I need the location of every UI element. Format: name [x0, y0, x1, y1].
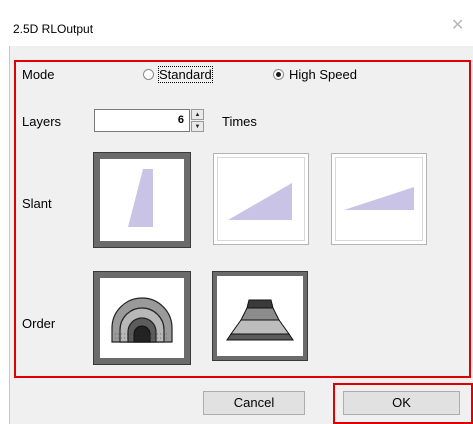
spin-up-icon[interactable]: ▲ [191, 109, 204, 120]
order-label: Order [22, 316, 56, 331]
slant-option-shallow[interactable] [331, 153, 427, 245]
spin-down-icon[interactable]: ▼ [191, 121, 204, 132]
slant-steep-shape [128, 169, 153, 227]
slant-label: Slant [22, 196, 52, 211]
layers-unit: Times [222, 114, 257, 129]
order-option-top-first[interactable] [212, 271, 308, 361]
order-outer-first-icon [111, 297, 173, 343]
mode-radio-standard[interactable]: Standard [143, 66, 213, 83]
mode-option-label: Standard [158, 66, 213, 83]
slant-medium-shape [228, 183, 292, 220]
radio-unchecked-icon[interactable] [143, 69, 154, 80]
close-icon[interactable]: ✕ [451, 18, 464, 34]
layers-spinner[interactable]: ▲ ▼ [191, 109, 204, 132]
cancel-button[interactable]: Cancel [203, 391, 305, 415]
layers-label: Layers [22, 114, 62, 129]
window-title: 2.5D RLOutput [13, 22, 94, 36]
title-bar: 2.5D RLOutput ✕ [0, 0, 473, 46]
radio-checked-icon[interactable] [273, 69, 284, 80]
order-option-outer-first[interactable] [93, 271, 191, 365]
left-divider [9, 46, 10, 424]
mode-option-label: High Speed [289, 67, 357, 82]
slant-option-medium[interactable] [213, 153, 309, 245]
slant-shallow-shape [344, 187, 414, 210]
slant-option-steep[interactable] [93, 152, 191, 248]
order-top-first-icon [226, 299, 294, 341]
mode-label: Mode [22, 67, 55, 82]
ok-button[interactable]: OK [343, 391, 460, 415]
dialog-window: 2.5D RLOutput ✕ Mode Standard High Speed… [0, 0, 473, 424]
layers-input[interactable]: 6 [94, 109, 190, 132]
mode-radio-high-speed[interactable]: High Speed [273, 67, 357, 82]
